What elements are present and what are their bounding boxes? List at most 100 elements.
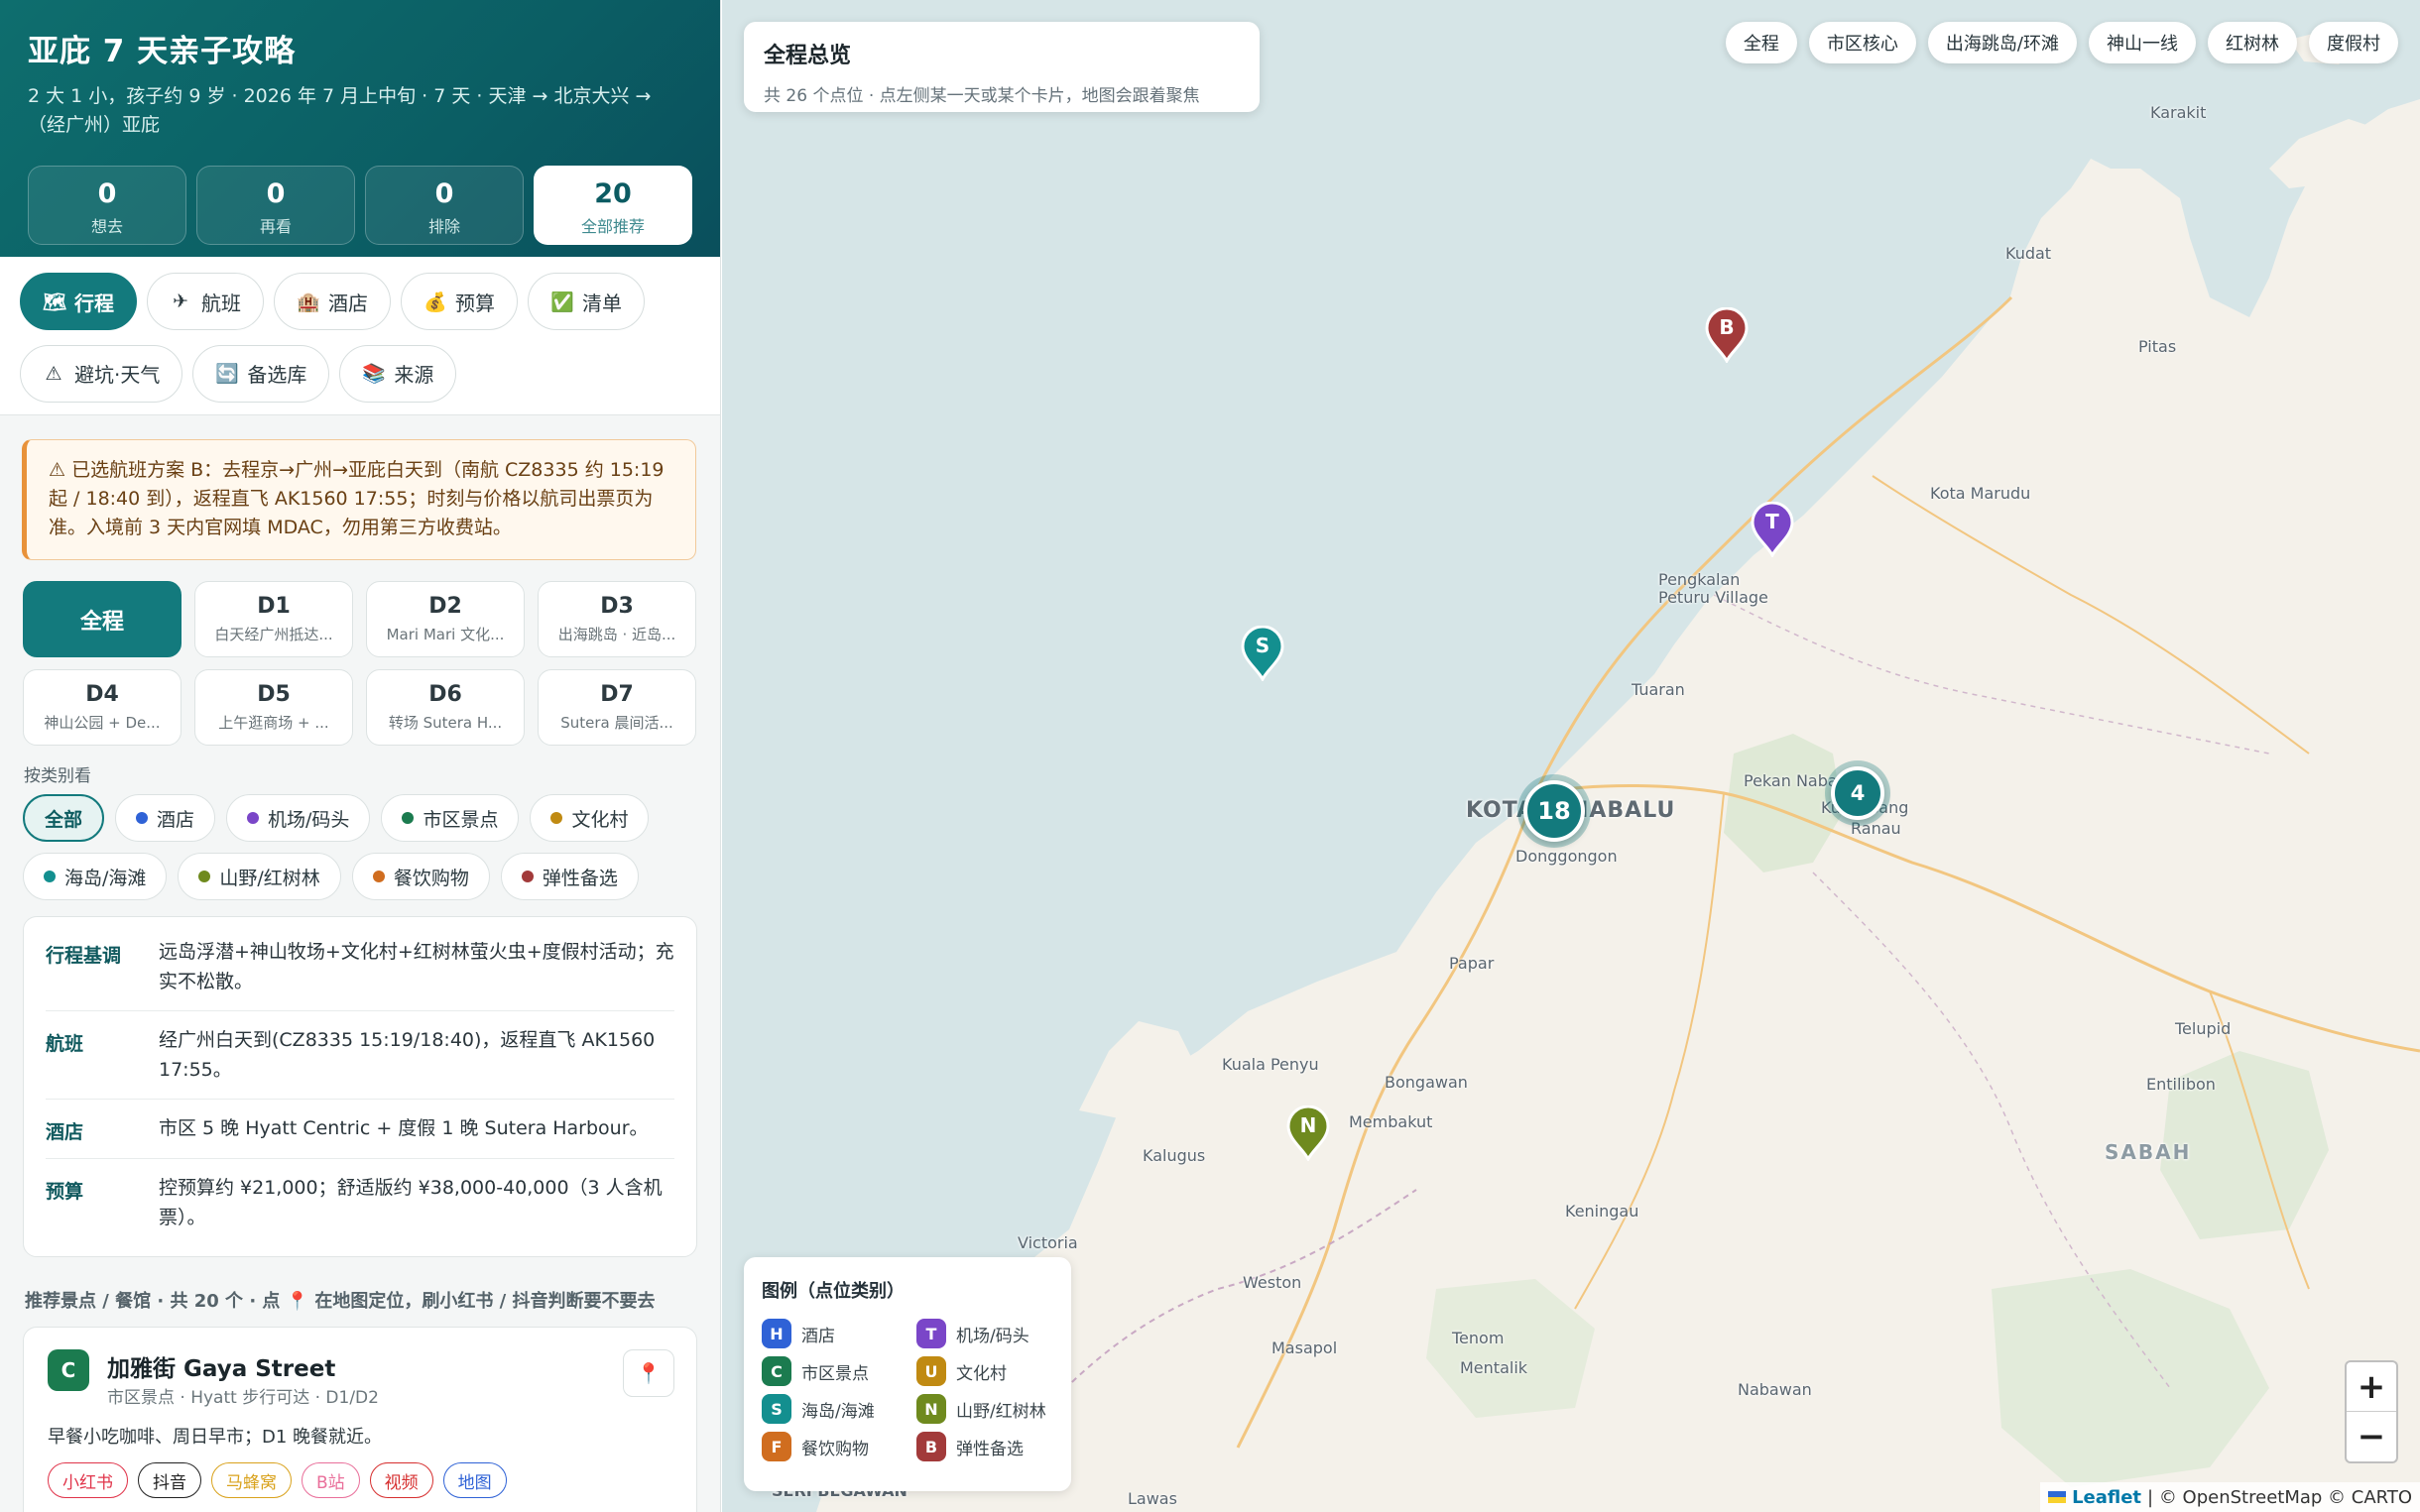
zoom-in-button[interactable]: + [2347,1362,2396,1412]
day-d4[interactable]: D4 神山公园 + De... [23,669,182,746]
map-marker-transport[interactable]: T [1750,501,1795,559]
category-dot-icon [521,871,534,882]
place-label: Lawas [1128,1489,1177,1508]
overview-subtitle: 共 26 个点位 · 点左侧某一天或某个卡片，地图会跟着聚焦 [764,86,1200,106]
filter-label: 市区景点 [423,808,499,831]
place-label: Kalugus [1143,1146,1206,1165]
social-link[interactable]: 小红书 [48,1462,128,1498]
legend-swatch: S [762,1394,791,1424]
poi-card[interactable]: C 加雅街 Gaya Street 市区景点 · Hyatt 步行可达 · D1… [23,1327,697,1512]
legend-label: 餐饮购物 [801,1439,869,1459]
recommendations-title: 推荐景点 / 餐馆 · 共 20 个 · 点 📍 在地图定位，刷小红书 / 抖音… [25,1291,656,1312]
day-label: D6 [428,682,462,707]
tab-label: 行程 [74,291,114,315]
category-dot-icon [198,871,211,882]
filter-chip[interactable]: 全部 [23,794,105,842]
day-label: D1 [257,594,291,619]
map-view[interactable]: Karakit Kudat Pitas Kota Marudu Pengkala… [722,0,2420,1512]
tab-checklist[interactable]: ✅ 清单 [528,273,645,330]
tab-hotels[interactable]: 🏨 酒店 [274,273,391,330]
legend-item: N 山野/红树林 [916,1394,1055,1424]
day-d7[interactable]: D7 Sutera 晨间活... [538,669,696,746]
filter-label: 海岛/海滩 [64,867,147,889]
tab-pitfalls-weather[interactable]: ⚠ 避坑·天气 [20,344,183,403]
focus-mountain-button[interactable]: 神山一线 [2089,22,2196,63]
day-desc: 神山公园 + De... [44,714,161,732]
stat-excluded[interactable]: 0 排除 [365,166,524,245]
filter-chip[interactable]: 餐饮购物 [351,853,490,900]
stat-want[interactable]: 0 想去 [28,166,186,245]
map-icon: 🗺 [43,291,67,313]
day-all[interactable]: 全程 [23,581,182,657]
legend-items: H 酒店 T 机场/码头 C 市区景点 U 文化村 S 海岛/海滩 N 山野/红树林 F 餐饮购物 B 弹性备… [762,1319,1053,1461]
stat-value: 0 [266,178,286,209]
category-filters: 全部 酒店 机场/码头 市区景点 文化村海岛/海滩 山野/红树林 餐饮购物 弹性备选 [23,794,707,900]
filter-chip[interactable]: 市区景点 [381,794,520,842]
focus-all-button[interactable]: 全程 [1725,22,1797,63]
filter-chip[interactable]: 机场/码头 [226,794,371,842]
filter-chip[interactable]: 文化村 [530,794,650,842]
category-dot-icon [44,871,56,882]
social-link[interactable]: B站 [302,1462,360,1498]
day-desc: 上午逛商场 + ... [218,714,329,732]
focus-resort-button[interactable]: 度假村 [2309,22,2398,63]
day-d1[interactable]: D1 白天经广州抵达... [194,581,353,657]
filter-chip[interactable]: 弹性备选 [500,853,639,900]
tab-alternatives[interactable]: 🔄 备选库 [192,344,330,403]
focus-islands-button[interactable]: 出海跳岛/环滩 [1927,22,2077,63]
place-label: Papar [1449,954,1495,973]
filter-chip[interactable]: 酒店 [115,794,216,842]
zoom-out-button[interactable]: − [2347,1412,2396,1461]
stat-maybe[interactable]: 0 再看 [196,166,355,245]
category-badge: C [48,1349,89,1391]
locate-pin-button[interactable]: 📍 [623,1349,674,1397]
place-label: Kuala Penyu [1222,1055,1319,1074]
filter-chip[interactable]: 山野/红树林 [178,853,341,900]
day-d6[interactable]: D6 转场 Sutera H... [366,669,525,746]
legend-swatch: T [916,1319,946,1348]
map-cluster[interactable]: 4 [1831,766,1884,820]
check-icon: ✅ [550,291,574,313]
map-marker-backup[interactable]: B [1704,306,1750,365]
tab-itinerary[interactable]: 🗺 行程 [20,273,137,330]
day-d3[interactable]: D3 出海跳岛 · 近岛... [538,581,696,657]
map-marker-nature[interactable]: N [1285,1105,1331,1163]
tab-budget[interactable]: 💰 预算 [401,273,518,330]
place-label: Entilibon [2146,1075,2216,1094]
social-link[interactable]: 视频 [369,1462,433,1498]
filter-label: 机场/码头 [268,808,350,831]
place-label: Bongawan [1385,1073,1468,1092]
focus-city-button[interactable]: 市区核心 [1808,22,1916,63]
zoom-control: + − [2345,1360,2398,1463]
day-d2[interactable]: D2 Mari Mari 文化... [366,581,525,657]
place-label: Masapol [1271,1338,1338,1357]
filter-chip[interactable]: 海岛/海滩 [23,853,168,900]
tab-label: 避坑·天气 [74,363,161,387]
filter-title: 按类别看 [24,766,91,786]
marker-letter: B [1719,315,1735,339]
filter-label: 餐饮购物 [393,867,469,889]
social-link[interactable]: 抖音 [138,1462,201,1498]
category-dot-icon [247,812,260,824]
social-links: 小红书 抖音 马蜂窝 B站 视频 地图 [48,1462,507,1498]
attribution-text: | © OpenStreetMap © CARTO [2147,1486,2412,1508]
filter-label: 文化村 [571,808,629,831]
day-d5[interactable]: D5 上午逛商场 + ... [194,669,353,746]
day-label: D3 [600,594,634,619]
tab-flights[interactable]: ✈ 航班 [147,273,264,330]
legend-label: 弹性备选 [956,1439,1024,1459]
ukraine-flag-icon [2048,1491,2067,1503]
social-link[interactable]: 地图 [442,1462,507,1498]
leaflet-link[interactable]: Leaflet [2072,1487,2141,1508]
social-link[interactable]: 马蜂窝 [211,1462,292,1498]
stat-all[interactable]: 20 全部推荐 [534,166,692,245]
map-cluster[interactable]: 18 [1523,780,1585,842]
map-marker-island[interactable]: S [1240,625,1285,683]
stat-label: 全部推荐 [580,217,645,236]
tab-sources[interactable]: 📚 来源 [339,344,457,403]
place-label: Telupid [2175,1019,2232,1038]
focus-mangrove-button[interactable]: 红树林 [2208,22,2297,63]
summary-key: 酒店 [46,1121,84,1143]
category-dot-icon [136,812,149,824]
tab-label: 酒店 [328,291,368,315]
